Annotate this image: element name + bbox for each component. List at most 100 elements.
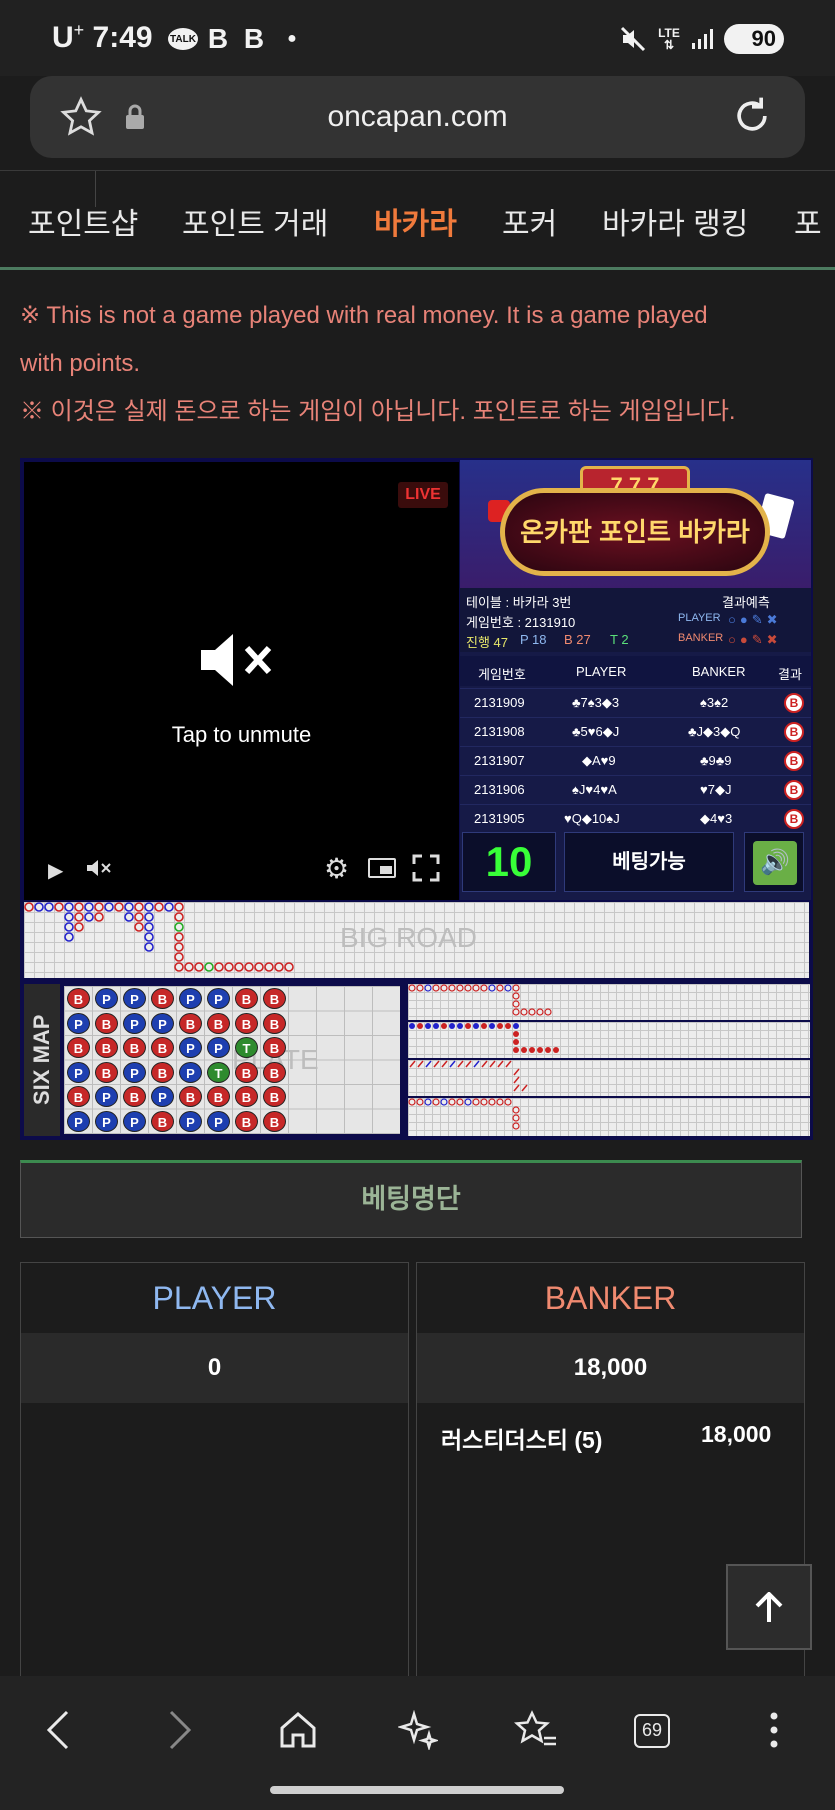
- plate-cell: P: [207, 1110, 230, 1132]
- bettor-name: 러스티더스티 (5): [441, 1427, 603, 1453]
- plate-cell: B: [123, 1086, 146, 1107]
- live-video[interactable]: LIVE Tap to unmute ▶ ⚙: [24, 462, 459, 900]
- plate-cell: B: [263, 1110, 286, 1132]
- browser-toolbar: 69: [0, 1676, 835, 1810]
- arrow-up-icon[interactable]: [753, 1591, 785, 1624]
- tap-to-unmute[interactable]: Tap to unmute: [24, 722, 459, 748]
- bet-status-button[interactable]: 베팅가능: [564, 832, 734, 892]
- plate-cell: P: [123, 1110, 146, 1132]
- speaker-icon[interactable]: 🔊: [753, 841, 797, 885]
- more-menu-icon[interactable]: [744, 1700, 804, 1760]
- plate-cell: P: [151, 1012, 174, 1034]
- plate-cell: B: [235, 988, 258, 1009]
- plate-cell: B: [263, 988, 286, 1009]
- row-result: B: [784, 809, 804, 829]
- row-banker-cards: ♣9♣9: [700, 753, 732, 768]
- site-nav: 포인트샵 포인트 거래 바카라 포커 바카라 랭킹 포: [0, 170, 835, 270]
- col-game-no: 게임번호: [478, 667, 526, 682]
- row-player-cards: ♣7♠3◆3: [572, 695, 620, 710]
- row-banker-cards: ♠3♠2: [700, 695, 729, 710]
- history-row: 2131908 ♣5♥6◆J ♣J◆3◆Q B: [460, 717, 811, 745]
- plate-cell: P: [151, 1086, 174, 1107]
- reload-icon[interactable]: [730, 94, 774, 143]
- betting-list-button[interactable]: 베팅명단: [20, 1160, 802, 1238]
- talk-icon-label: TALK: [170, 33, 196, 45]
- bookmarks-icon[interactable]: [506, 1700, 566, 1760]
- prediction-label: 결과예측: [722, 595, 770, 610]
- small-road-marks: [409, 1023, 559, 1053]
- sound-toggle[interactable]: 🔊: [744, 832, 804, 892]
- fourth-road-marks: [408, 1098, 520, 1130]
- plate-cell: P: [179, 1037, 202, 1058]
- b-app-icon-2: B: [243, 23, 265, 54]
- nav-point-shop[interactable]: 포인트샵: [28, 199, 138, 243]
- tabs-icon[interactable]: 69: [624, 1700, 684, 1760]
- nav-baccarat-ranking[interactable]: 바카라 랭킹: [602, 199, 748, 243]
- plate-cell: B: [263, 1061, 286, 1083]
- row-player-cards: ◆A♥9: [582, 753, 616, 768]
- volume-mute-icon[interactable]: [86, 858, 112, 883]
- row-banker-cards: ♥7◆J: [700, 782, 732, 797]
- row-result: B: [784, 693, 804, 713]
- cockroach-road-marks: [409, 1060, 528, 1092]
- plate-cell: P: [67, 1012, 90, 1034]
- big-road: BIG ROAD: [24, 902, 809, 978]
- plate-cell: B: [179, 1086, 202, 1107]
- game-number: 게임번호 : 2131910: [466, 615, 576, 630]
- fourth-road: [408, 1098, 810, 1136]
- plate-cell: B: [207, 1012, 230, 1034]
- history-row: 2131909 ♣7♠3◆3 ♠3♠2 B: [460, 688, 811, 716]
- plate-cell: B: [95, 1061, 118, 1083]
- url-text[interactable]: oncapan.com: [30, 76, 805, 158]
- battery-icon: 90: [724, 24, 784, 54]
- plate-cell: B: [235, 1061, 258, 1083]
- talk-icon: TALK: [168, 28, 198, 50]
- col-result: 결과: [778, 667, 802, 682]
- plate-cell: B: [67, 1037, 90, 1058]
- nav-baccarat[interactable]: 바카라: [374, 199, 457, 243]
- ai-sparkle-icon[interactable]: [388, 1700, 448, 1760]
- plate-cell: B: [95, 1037, 118, 1058]
- pip-icon[interactable]: [368, 858, 396, 878]
- nav-poker[interactable]: 포커: [502, 199, 557, 243]
- banker-header: BANKER: [544, 1280, 677, 1316]
- plate-cell: P: [67, 1110, 90, 1132]
- plate-cell: P: [123, 1012, 146, 1034]
- home-icon[interactable]: [268, 1700, 328, 1760]
- player-count: P 18: [520, 632, 547, 647]
- nav-more[interactable]: 포: [794, 199, 822, 243]
- muted-speaker-icon[interactable]: [199, 632, 279, 693]
- plate-cell: B: [263, 1037, 286, 1058]
- mute-icon: [618, 24, 648, 54]
- settings-gear-icon[interactable]: ⚙: [324, 852, 349, 885]
- history-row: 2131905 ♥Q◆10♠J ◆4♥3 B: [460, 804, 811, 832]
- dot-icon: ●: [287, 30, 297, 47]
- plate-cell: T: [235, 1037, 258, 1058]
- plate-cell: B: [235, 1012, 258, 1034]
- plate-cell: T: [207, 1061, 230, 1083]
- forward-icon[interactable]: [150, 1700, 210, 1760]
- row-banker-cards: ◆4♥3: [700, 811, 733, 826]
- history-row: 2131907 ◆A♥9 ♣9♣9 B: [460, 746, 811, 774]
- scroll-top-button[interactable]: [726, 1564, 812, 1650]
- plate-cell: B: [263, 1012, 286, 1034]
- predict-player-icons[interactable]: ○●✎✖: [728, 612, 806, 628]
- back-icon[interactable]: [28, 1700, 88, 1760]
- plate-cell: B: [151, 1061, 174, 1083]
- predict-player-label: PLAYER: [678, 612, 721, 624]
- row-result: B: [784, 722, 804, 742]
- table-label: 테이블 : 바카라 3번: [466, 595, 572, 610]
- player-header: PLAYER: [152, 1280, 277, 1316]
- play-icon[interactable]: ▶: [48, 858, 63, 883]
- bead-plate: PLATE BPBPBPPBBBPPPPBPBPBPBBPBPBPPBPPBPT…: [64, 986, 400, 1134]
- status-bar: U+ 7:49 TALK B B ● LTE ⇅ 90: [0, 0, 835, 76]
- row-game-no: 2131909: [474, 695, 525, 710]
- plate-cell: B: [67, 1086, 90, 1107]
- plate-cell: B: [235, 1086, 258, 1107]
- predict-banker-icons[interactable]: ○●✎✖: [728, 632, 806, 648]
- nav-point-trade[interactable]: 포인트 거래: [182, 199, 328, 243]
- fullscreen-icon[interactable]: [412, 854, 440, 887]
- row-game-no: 2131905: [474, 811, 525, 826]
- row-result: B: [784, 751, 804, 771]
- address-bar[interactable]: oncapan.com: [30, 76, 805, 158]
